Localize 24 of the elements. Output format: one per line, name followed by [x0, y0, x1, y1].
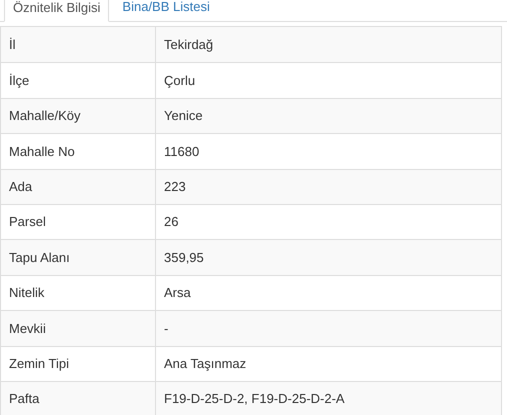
- row-value: 359,95: [164, 248, 204, 267]
- row-label: Zemin Tipi: [9, 354, 69, 373]
- tab[interactable]: Öznitelik Bilgisi: [4, 0, 110, 22]
- row-label: İl: [9, 36, 16, 54]
- row-value: 11680: [164, 142, 200, 161]
- row-label: Pafta: [9, 390, 40, 408]
- row-value: Ana Taşınmaz: [164, 354, 246, 373]
- row-value: 223: [164, 178, 186, 196]
- row-value: Arsa: [164, 284, 191, 302]
- row-value: Çorlu: [164, 72, 196, 90]
- row-value: -: [164, 320, 168, 338]
- row-label: Mahalle/Köy: [9, 107, 81, 126]
- row-value: 26: [164, 213, 178, 232]
- row-label: İlçe: [9, 72, 30, 90]
- row-label: Mahalle No: [9, 142, 75, 161]
- row-label: Nitelik: [9, 284, 44, 302]
- row-label: Tapu Alanı: [9, 248, 70, 267]
- row-value: F19-D-25-D-2, F19-D-25-D-2-A: [164, 390, 345, 408]
- row-value: Yenice: [164, 107, 203, 126]
- tab[interactable]: Bina/BB Listesi: [109, 0, 223, 21]
- row-value: Tekirdağ: [164, 36, 214, 54]
- row-label: Mevkii: [9, 320, 46, 338]
- row-label: Parsel: [9, 213, 46, 232]
- row-label: Ada: [9, 178, 32, 196]
